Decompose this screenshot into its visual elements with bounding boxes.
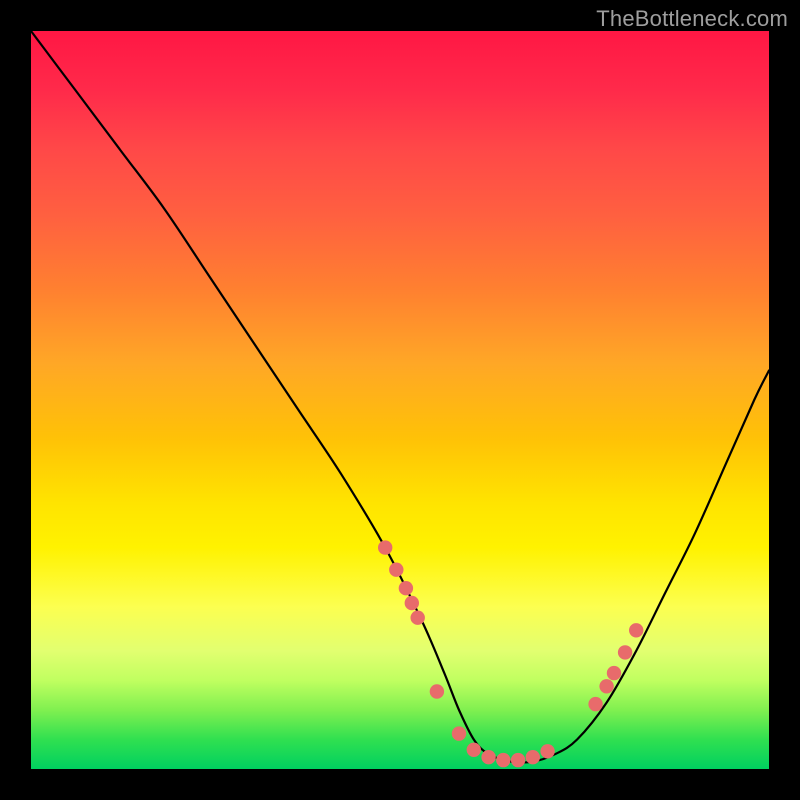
- watermark-text: TheBottleneck.com: [596, 6, 788, 32]
- marker-dot: [526, 750, 540, 764]
- marker-dot: [629, 623, 643, 637]
- marker-dot: [399, 581, 413, 595]
- marker-dot: [599, 679, 613, 693]
- chart-overlay: [31, 31, 769, 769]
- marker-dot: [411, 611, 425, 625]
- marker-dot: [378, 540, 392, 554]
- marker-dot: [405, 596, 419, 610]
- marker-dot: [588, 697, 602, 711]
- marker-dot: [481, 750, 495, 764]
- marker-dot: [452, 726, 466, 740]
- chart-curve: [31, 31, 769, 763]
- marker-dot: [618, 645, 632, 659]
- marker-dot: [430, 684, 444, 698]
- marker-dot: [540, 744, 554, 758]
- marker-dot: [496, 753, 510, 767]
- chart-stage: TheBottleneck.com: [0, 0, 800, 800]
- marker-dot: [607, 666, 621, 680]
- marker-dot: [511, 753, 525, 767]
- chart-markers: [378, 540, 643, 767]
- marker-dot: [389, 563, 403, 577]
- marker-dot: [467, 743, 481, 757]
